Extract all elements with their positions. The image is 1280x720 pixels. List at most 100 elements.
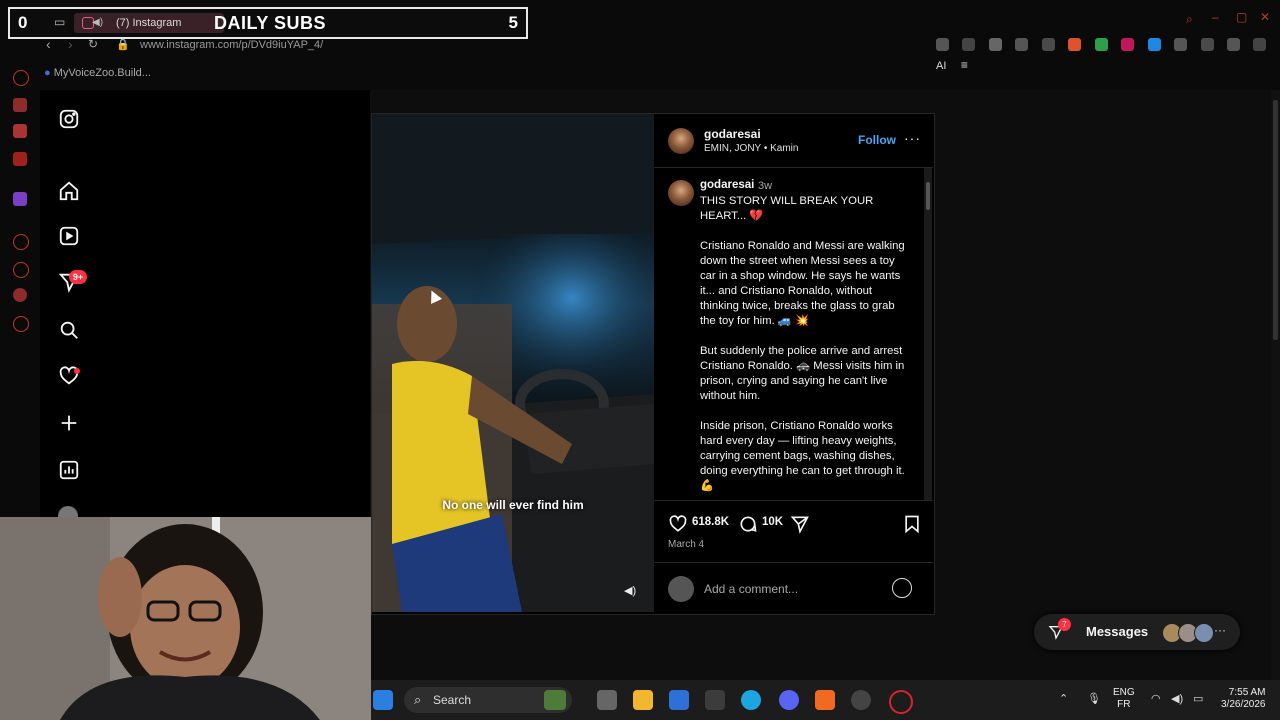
forward-icon[interactable]: › (68, 36, 73, 52)
heart-icon[interactable] (1041, 38, 1055, 51)
shield-icon[interactable] (988, 38, 1002, 51)
left-counter: 0 (18, 13, 28, 32)
start-windows-icon[interactable] (373, 690, 393, 710)
taskbar-search-label: Search (433, 693, 472, 707)
page-scrollbar-thumb[interactable] (1273, 100, 1278, 340)
tab-instagram[interactable]: ◀) (7) Instagram (74, 13, 224, 33)
sidebar-history-icon[interactable] (13, 262, 29, 278)
like-heart-icon[interactable] (668, 514, 688, 539)
search-icon[interactable] (58, 319, 80, 341)
home-icon[interactable] (58, 180, 80, 202)
opera-icon[interactable] (889, 690, 913, 714)
address-bar: ‹ › ↻ 🔒 www.instagram.com/p/DVd9iuYAP_4/ (40, 36, 940, 56)
app-icon[interactable] (705, 690, 725, 710)
wifi-icon[interactable]: ◠ (1151, 692, 1161, 705)
like-count[interactable]: 618.8K (692, 516, 729, 528)
discord-icon[interactable] (779, 690, 799, 710)
caption-scrollbar[interactable] (924, 168, 932, 500)
wand-icon[interactable] (1253, 38, 1267, 51)
taskbar-search[interactable]: ⌕ (404, 687, 572, 713)
heart-dot-indicator (74, 368, 80, 374)
messages-button[interactable]: 7 Messages ··· (1034, 614, 1240, 650)
sidebar-music-icon[interactable] (13, 152, 27, 166)
download-icon[interactable] (1226, 38, 1240, 51)
post-video[interactable]: No one will ever find him ◀) (372, 114, 654, 612)
follow-button[interactable]: Follow (858, 133, 896, 147)
close-icon[interactable]: ✕ (1260, 10, 1270, 24)
save-bookmark-icon[interactable] (902, 514, 922, 539)
minimize-icon[interactable]: – (1212, 10, 1219, 24)
instagram-logo-icon[interactable] (58, 108, 80, 130)
caption-paragraph: Inside prison, Cristiano Ronaldo works h… (700, 420, 905, 492)
task-view-icon[interactable] (597, 690, 617, 710)
reels-icon[interactable] (58, 225, 80, 247)
volume-icon[interactable]: ◀) (624, 584, 636, 597)
back-icon[interactable]: ‹ (46, 36, 51, 52)
create-icon[interactable] (58, 412, 80, 434)
sidebar-settings-icon[interactable] (13, 316, 29, 332)
caption-author-username[interactable]: godaresai (700, 179, 754, 191)
obs-icon[interactable] (851, 690, 871, 710)
maximize-icon[interactable]: ▢ (1236, 10, 1247, 24)
edge-icon[interactable] (741, 690, 761, 710)
pin-icon[interactable] (936, 38, 949, 51)
reload-icon[interactable]: ↻ (88, 37, 98, 51)
bookmark-item[interactable]: ● MyVoiceZoo.Build... (44, 67, 151, 79)
extension-fire-icon[interactable] (1068, 38, 1082, 51)
comment-icon[interactable] (738, 514, 758, 539)
caption-scrollbar-thumb[interactable] (926, 182, 930, 210)
tab-title: (7) Instagram (116, 17, 182, 29)
share-icon[interactable] (790, 514, 810, 539)
caption-paragraph: THIS STORY WILL BREAK YOUR HEART... 💔 (700, 195, 874, 222)
banner-title: DAILY SUBS (214, 13, 327, 33)
extension-ublock-icon[interactable] (1121, 38, 1135, 51)
battery-icon[interactable]: ▭ (1193, 692, 1203, 705)
snapshot-icon[interactable] (962, 38, 976, 51)
sidebar-player-icon[interactable] (13, 234, 29, 250)
profile-icon[interactable] (1200, 38, 1214, 51)
sidebar-extension-icon[interactable] (13, 124, 27, 138)
caption-section: godaresai 3w THIS STORY WILL BREAK YOUR … (654, 168, 925, 500)
clock[interactable]: 7:55 AM 3/26/2026 (1221, 687, 1266, 711)
extension-green-icon[interactable] (1094, 38, 1108, 51)
author-avatar[interactable] (668, 128, 694, 154)
clock-date: 3/26/2026 (1221, 699, 1266, 710)
comment-count[interactable]: 10K (762, 516, 783, 528)
more-options-icon[interactable]: ··· (904, 130, 921, 146)
page-scrollbar[interactable] (1271, 90, 1280, 680)
sidebar-aria-icon[interactable] (13, 70, 29, 86)
microphone-icon[interactable]: 🎙 (1087, 692, 1101, 705)
comment-input[interactable]: Add a comment... (704, 582, 798, 596)
store-icon[interactable] (669, 690, 689, 710)
sidebar-workspace-icon[interactable] (13, 98, 27, 112)
caption-author-avatar[interactable] (668, 180, 694, 206)
caption-timestamp: 3w (758, 180, 773, 192)
search-highlight-icon (544, 690, 566, 710)
messages-label: Messages (1086, 624, 1149, 639)
url-field[interactable]: www.instagram.com/p/DVd9iuYAP_4/ (140, 39, 323, 51)
tray-chevron-icon[interactable]: ⌃ (1059, 692, 1068, 705)
emoji-icon[interactable] (892, 578, 912, 598)
extension-blue-icon[interactable] (1147, 38, 1161, 51)
dashboard-icon[interactable] (58, 459, 80, 481)
ai-button[interactable]: AI (936, 60, 946, 72)
video-frame (372, 114, 654, 612)
caption-text: THIS STORY WILL BREAK YOUR HEART... 💔 Cr… (700, 194, 912, 500)
search-tabs-icon[interactable]: ⌕ (1186, 12, 1193, 27)
speaker-icon: ◀) (92, 17, 104, 28)
volume-tray-icon[interactable]: ◀) (1171, 692, 1183, 705)
audio-attribution[interactable]: EMIN, JONY • Kamin (704, 143, 798, 154)
post-sidebar: godaresai EMIN, JONY • Kamin Follow ··· … (654, 114, 933, 612)
video-caption: No one will ever find him (442, 498, 584, 512)
sidebar-twitch-icon[interactable] (13, 192, 27, 206)
menu-icon[interactable]: ≡ (961, 58, 968, 72)
caption-paragraph: But suddenly the police arrive and arres… (700, 345, 905, 402)
sidebar-share-icon[interactable] (13, 288, 27, 302)
author-username[interactable]: godaresai (704, 127, 761, 141)
brave-icon[interactable] (815, 690, 835, 710)
play-icon[interactable] (1015, 38, 1029, 51)
puzzle-icon[interactable] (1174, 38, 1188, 51)
daily-subs-overlay: 0 ▭ ◀) (7) Instagram DAILY SUBS 5 (8, 7, 528, 39)
file-explorer-icon[interactable] (633, 690, 653, 710)
language-indicator[interactable]: ENG FR (1113, 687, 1135, 711)
